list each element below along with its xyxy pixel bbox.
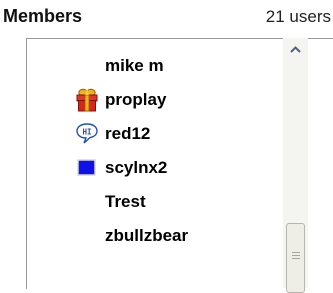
member-name: zbullzbear [105,226,189,245]
member-item-trest[interactable]: Trest [27,187,303,221]
grip-line [292,255,300,256]
grip-line [292,252,300,253]
grip-line [292,258,300,259]
member-item-red12[interactable]: HI red12 [27,119,303,153]
members-scrollbar[interactable] [283,38,308,293]
member-name: Trest [105,192,146,211]
member-item-mike-m[interactable]: mike m [27,51,303,85]
hi-speech-bubble-icon: HI [76,122,98,146]
gift-icon [76,88,98,112]
member-name: proplay [105,90,167,109]
member-item-scylnx2[interactable]: scylnx2 [27,153,303,187]
members-header: Members 21 users [0,0,333,38]
member-item-proplay[interactable]: proplay [27,85,303,119]
members-title: Members [3,6,83,26]
scroll-up-arrow-icon[interactable] [283,38,308,61]
blue-square-icon [76,156,98,180]
members-panel: Members 21 users mike m proplay HI red12… [0,0,333,293]
user-count: 21 users [265,7,331,26]
member-name: red12 [105,124,151,143]
member-name: scylnx2 [105,158,168,177]
svg-text:HI: HI [82,127,91,136]
member-name: mike m [105,56,164,75]
member-item-zbullzbear[interactable]: zbullzbear [27,221,303,255]
